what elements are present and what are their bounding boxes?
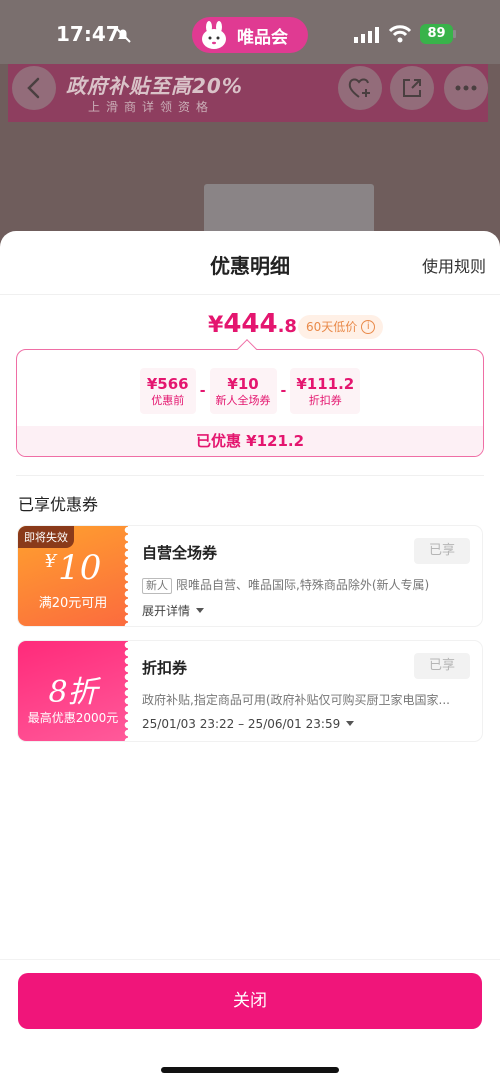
coupon-condition: 满20元可用	[38, 596, 108, 611]
breakdown-original-price: ¥566 优惠前	[139, 368, 196, 414]
info-icon: i	[361, 320, 376, 334]
coupon-description: 新人 限唯品自营、唯品国际,特殊商品除外(新人专属)	[142, 576, 472, 594]
status-time: 17:47	[56, 22, 120, 46]
coupon-name: 折扣券	[142, 659, 188, 677]
price-decimal: .8	[277, 316, 297, 337]
breakdown-new-user-coupon: ¥10 新人全场券	[209, 368, 277, 414]
sheet-header: 优惠明细 使用规则	[0, 231, 500, 295]
more-button[interactable]	[444, 66, 488, 110]
battery-tip	[453, 30, 456, 38]
caret-down-icon	[346, 721, 355, 726]
battery-indicator: 89	[420, 24, 456, 44]
low-price-badge-label: 60天低价	[306, 320, 358, 334]
breakdown-label: 优惠前	[151, 394, 185, 407]
share-icon	[403, 79, 421, 97]
minus-operator: -	[199, 383, 206, 399]
chevron-left-icon	[27, 77, 40, 99]
share-button[interactable]	[390, 66, 434, 110]
brand-name: 唯品会	[237, 27, 288, 48]
cellular-signal-icon	[354, 27, 379, 43]
coupon-status-button: 已享	[414, 653, 470, 679]
coupon-validity-period: 25/01/03 23:22 – 25/06/01 23:59	[142, 717, 341, 731]
price-integer: 444	[223, 309, 278, 339]
back-button[interactable]	[12, 66, 56, 110]
coupon-amount: ¥10	[18, 548, 128, 588]
breakdown-value: ¥111.2	[296, 375, 355, 393]
coupon-status-button: 已享	[414, 538, 470, 564]
usage-rules-link[interactable]: 使用规则	[422, 253, 486, 277]
favorite-button[interactable]	[338, 66, 382, 110]
price-breakdown: ¥566 优惠前 - ¥10 新人全场券 - ¥111.2 折扣券 已优惠 ¥1…	[16, 349, 484, 457]
low-price-badge[interactable]: 60天低价 i	[298, 315, 384, 339]
final-price: ¥444.8	[208, 309, 297, 339]
total-saved: 已优惠 ¥121.2	[17, 426, 483, 456]
breakdown-items: ¥566 优惠前 - ¥10 新人全场券 - ¥111.2 折扣券	[17, 362, 483, 420]
coupon-value-panel: 即将失效 ¥10 满20元可用	[18, 526, 132, 626]
caret-down-icon	[196, 608, 205, 613]
breakdown-value: ¥10	[227, 375, 259, 393]
expand-details-toggle[interactable]: 展开详情	[142, 602, 205, 619]
coupon-value-panel: 8折 最高优惠2000元	[18, 641, 132, 741]
new-user-tag: 新人	[142, 578, 172, 594]
promo-subtitle: 上滑商详领资格	[88, 100, 215, 114]
divider	[16, 475, 484, 476]
coupon-condition: 最高优惠2000元	[27, 711, 119, 725]
breakdown-discount-coupon: ¥111.2 折扣券	[290, 368, 361, 414]
price-symbol: ¥	[208, 313, 224, 338]
breakdown-label: 新人全场券	[215, 394, 271, 407]
coupon-currency: ¥	[44, 551, 57, 572]
status-bar: 17:47 唯品会 89	[0, 0, 500, 64]
brand-pill: 唯品会	[192, 17, 308, 53]
expand-details-label: 展开详情	[142, 604, 191, 618]
coupon-card: 8折 最高优惠2000元 折扣券 已享 政府补贴,指定商品可用(政府补贴仅可购买…	[18, 641, 482, 741]
expiring-tag: 即将失效	[18, 526, 74, 548]
home-indicator	[161, 1067, 339, 1073]
minus-operator: -	[280, 383, 287, 399]
more-dots-icon	[455, 85, 477, 91]
coupon-amount-value: 10	[58, 548, 102, 588]
applied-coupons-title: 已享优惠券	[18, 495, 99, 514]
battery-level: 89	[420, 24, 453, 44]
coupon-name: 自营全场券	[142, 544, 218, 562]
bell-muted-icon	[115, 27, 131, 43]
perforated-edge	[124, 526, 132, 626]
rabbit-mascot-icon	[202, 21, 226, 49]
perforated-edge	[124, 641, 132, 741]
footer-divider	[0, 959, 500, 960]
wifi-icon	[388, 25, 412, 43]
coupon-validity-toggle[interactable]: 25/01/03 23:22 – 25/06/01 23:59	[142, 717, 355, 731]
breakdown-value: ¥566	[146, 375, 189, 393]
coupon-description-text: 限唯品自营、唯品国际,特殊商品除外(新人专属)	[176, 578, 430, 592]
heart-plus-icon	[348, 78, 370, 98]
breakdown-label: 折扣券	[308, 394, 342, 407]
coupon-description: 政府补贴,指定商品可用(政府补贴仅可购买厨卫家电国家...	[142, 693, 450, 707]
coupon-card: 即将失效 ¥10 满20元可用 自营全场券 已享 新人 限唯品自营、唯品国际,特殊…	[18, 526, 482, 626]
discount-detail-sheet: 优惠明细 使用规则 ¥444.8 60天低价 i ¥566 优惠前 - ¥10 …	[0, 231, 500, 1083]
promo-title: 政府补贴至高20%	[66, 74, 243, 98]
coupon-amount-value: 8折	[48, 675, 98, 710]
close-button[interactable]: 关闭	[18, 973, 482, 1029]
